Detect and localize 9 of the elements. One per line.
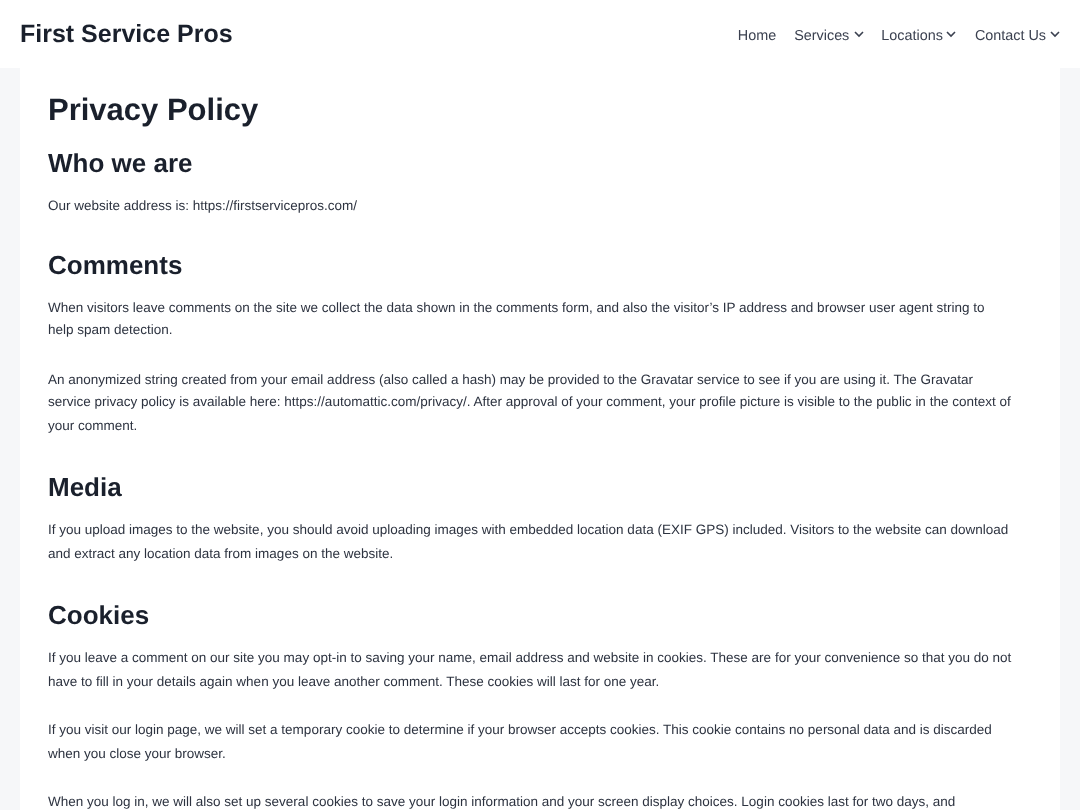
section-heading: Comments (48, 249, 185, 281)
section-heading: Media (48, 472, 124, 504)
section-heading: Who we are (48, 148, 195, 180)
site-title[interactable]: First Service Pros (20, 20, 233, 48)
chevron-down-icon (1050, 30, 1060, 38)
section-heading: Cookies (48, 600, 152, 632)
chevron-down-icon (853, 30, 864, 38)
page-title: Privacy Policy (48, 92, 261, 132)
chevron-down-icon (946, 30, 957, 38)
